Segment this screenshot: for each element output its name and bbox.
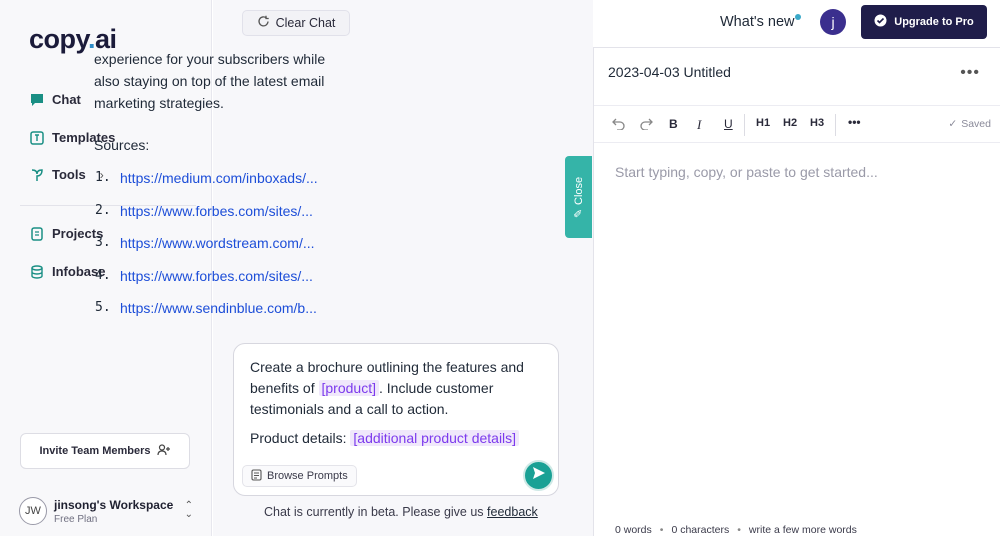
source-link[interactable]: https://medium.com/inboxads/... xyxy=(120,170,326,186)
source-link[interactable]: https://www.forbes.com/sites/... xyxy=(120,203,326,219)
prompt-text: Create a brochure outlining the features… xyxy=(250,359,524,417)
redo-icon[interactable] xyxy=(640,117,653,133)
toolbar-divider xyxy=(744,114,745,136)
more-options-icon[interactable]: ••• xyxy=(960,64,980,82)
sidebar-item-projects[interactable]: Projects xyxy=(30,226,103,241)
whats-new-link[interactable]: What's new xyxy=(720,14,801,30)
chevron-updown-icon: ⌃ ⌄ xyxy=(184,500,193,520)
underline-button[interactable]: U xyxy=(724,117,733,131)
list-item: 3. https://www.wordstream.com/... xyxy=(95,235,326,268)
avatar: JW xyxy=(19,497,47,525)
workspace-plan: Free Plan xyxy=(54,513,98,525)
sidebar-item-chat[interactable]: Chat xyxy=(30,92,81,107)
prompt-variable[interactable]: [product] xyxy=(318,380,379,396)
prompt-variable[interactable]: [additional product details] xyxy=(350,430,520,446)
source-link[interactable]: https://www.forbes.com/sites/... xyxy=(120,268,326,284)
check-icon: ✓ xyxy=(948,118,958,130)
list-item: 2. https://www.forbes.com/sites/... xyxy=(95,203,326,236)
editor-status-bar: 0 words • 0 characters • write a few mor… xyxy=(615,524,857,536)
chat-bubble-icon xyxy=(30,93,44,107)
workspace-name: jinsong's Workspace xyxy=(54,497,174,512)
tools-icon xyxy=(30,168,44,182)
close-panel-tab[interactable]: ✎ Close xyxy=(565,156,592,238)
upgrade-button[interactable]: Upgrade to Pro xyxy=(861,5,987,39)
database-icon xyxy=(30,264,44,279)
notification-dot xyxy=(794,14,801,20)
product-details-line: Product details: [additional product det… xyxy=(250,430,520,446)
editor-placeholder[interactable]: Start typing, copy, or paste to get star… xyxy=(615,164,878,180)
document-icon xyxy=(30,226,44,241)
source-link[interactable]: https://www.sendinblue.com/b... xyxy=(120,300,326,316)
send-button[interactable] xyxy=(523,460,554,491)
user-avatar[interactable]: j xyxy=(820,9,846,35)
list-item: 5. https://www.sendinblue.com/b... xyxy=(95,300,326,333)
h3-button[interactable]: H3 xyxy=(810,117,824,129)
list-item: 1. https://medium.com/inboxads/... xyxy=(95,170,326,203)
saved-status: ✓ Saved xyxy=(948,118,991,130)
feedback-link[interactable]: feedback xyxy=(487,505,538,519)
add-user-icon xyxy=(156,443,171,459)
editor-panel: 2023-04-03 Untitled ••• B I U H1 H2 H3 •… xyxy=(593,48,1000,536)
bold-button[interactable]: B xyxy=(669,117,678,131)
h1-button[interactable]: H1 xyxy=(756,117,770,129)
invite-team-button[interactable]: Invite Team Members xyxy=(20,433,190,469)
clear-chat-button[interactable]: Clear Chat xyxy=(242,10,350,36)
sources-heading: Sources: xyxy=(94,137,150,153)
template-icon xyxy=(30,130,44,145)
italic-button[interactable]: I xyxy=(697,117,701,133)
list-item: 4. https://www.forbes.com/sites/... xyxy=(95,268,326,301)
sources-list: 1. https://medium.com/inboxads/... 2. http… xyxy=(95,170,326,333)
sidebar-item-tools[interactable]: Tools › xyxy=(30,167,104,182)
toolbar-divider xyxy=(835,114,836,136)
beta-notice: Chat is currently in beta. Please give u… xyxy=(264,505,538,519)
chat-message-text: experience for your subscribers while al… xyxy=(94,51,326,111)
prompt-input[interactable]: Create a brochure outlining the features… xyxy=(233,343,559,496)
editor-toolbar: B I U H1 H2 H3 ••• ✓ Saved xyxy=(594,105,1000,143)
document-icon xyxy=(251,468,262,484)
refresh-icon xyxy=(257,15,270,31)
workspace-switcher[interactable]: JW jinsong's Workspace Free Plan ⌃ ⌄ xyxy=(19,495,195,527)
edit-icon: ✎ xyxy=(573,208,585,218)
h2-button[interactable]: H2 xyxy=(783,117,797,129)
undo-icon[interactable] xyxy=(612,117,625,133)
browse-prompts-button[interactable]: Browse Prompts xyxy=(242,465,357,487)
send-icon xyxy=(532,466,546,485)
check-badge-icon xyxy=(874,14,887,30)
source-link[interactable]: https://www.wordstream.com/... xyxy=(120,235,326,251)
document-title[interactable]: 2023-04-03 Untitled xyxy=(608,64,731,80)
more-tools-icon[interactable]: ••• xyxy=(848,115,861,129)
